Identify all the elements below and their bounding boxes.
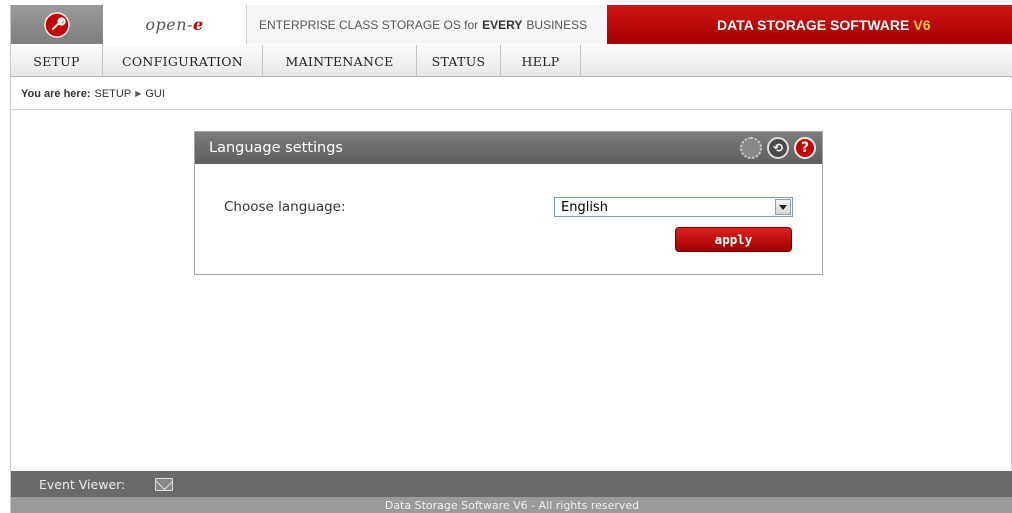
- product-title: DATA STORAGE SOFTWARE V6: [607, 5, 1012, 44]
- language-select-value: English: [561, 199, 608, 215]
- menu-item-maintenance[interactable]: MAINTENANCE: [263, 45, 417, 77]
- language-settings-panel: Language settings ⟲ ? Choose language: E…: [194, 131, 823, 275]
- breadcrumb-item-gui: GUI: [145, 87, 165, 100]
- breadcrumb-prefix: You are here:: [21, 87, 91, 100]
- language-select[interactable]: English: [554, 197, 793, 217]
- menu-item-status[interactable]: STATUS: [417, 45, 501, 77]
- refresh-icon[interactable]: ⟲: [767, 137, 789, 159]
- panel-icons: ⟲ ?: [740, 137, 816, 159]
- product-name: DATA STORAGE SOFTWARE: [717, 16, 910, 33]
- breadcrumb: You are here: SETUP ▶ GUI: [11, 78, 1012, 110]
- event-viewer-bar: Event Viewer:: [11, 471, 1012, 497]
- panel-header: Language settings ⟲ ?: [195, 132, 822, 164]
- chevron-down-icon[interactable]: [775, 199, 791, 215]
- copyright-text: Data Storage Software V6 - All rights re…: [384, 499, 640, 512]
- main-menu: SETUP CONFIGURATION MAINTENANCE STATUS H…: [11, 45, 1012, 77]
- tagline-bold: EVERY: [482, 17, 523, 32]
- panel-title: Language settings: [209, 140, 343, 156]
- apply-button[interactable]: apply: [675, 227, 792, 252]
- menu-item-help[interactable]: HELP: [501, 45, 581, 77]
- brand-logo: open-e: [103, 5, 247, 44]
- tagline: ENTERPRISE CLASS STORAGE OS for EVERY BUSI…: [247, 5, 607, 44]
- help-icon[interactable]: ?: [794, 137, 816, 159]
- wrench-icon: [44, 11, 70, 38]
- breadcrumb-separator-icon: ▶: [135, 89, 142, 98]
- tagline-start: ENTERPRISE CLASS STORAGE OS for: [259, 17, 479, 32]
- tagline-end: BUSINESS: [526, 17, 588, 32]
- app-window: open-e ENTERPRISE CLASS STORAGE OS for EV…: [10, 5, 1012, 513]
- choose-language-label: Choose language:: [224, 199, 346, 215]
- menu-item-configuration[interactable]: CONFIGURATION: [103, 45, 263, 77]
- settings-icon[interactable]: [740, 137, 762, 159]
- top-header: open-e ENTERPRISE CLASS STORAGE OS for EV…: [11, 5, 1012, 44]
- menu-item-setup[interactable]: SETUP: [11, 45, 103, 77]
- breadcrumb-item-setup[interactable]: SETUP: [95, 88, 132, 100]
- mail-icon[interactable]: [155, 477, 174, 491]
- brand-name: open-e: [145, 15, 204, 34]
- logo[interactable]: [11, 5, 103, 44]
- copyright-bar: Data Storage Software V6 - All rights re…: [11, 497, 1012, 513]
- event-viewer-label: Event Viewer:: [39, 476, 126, 492]
- product-version: V6: [913, 16, 931, 33]
